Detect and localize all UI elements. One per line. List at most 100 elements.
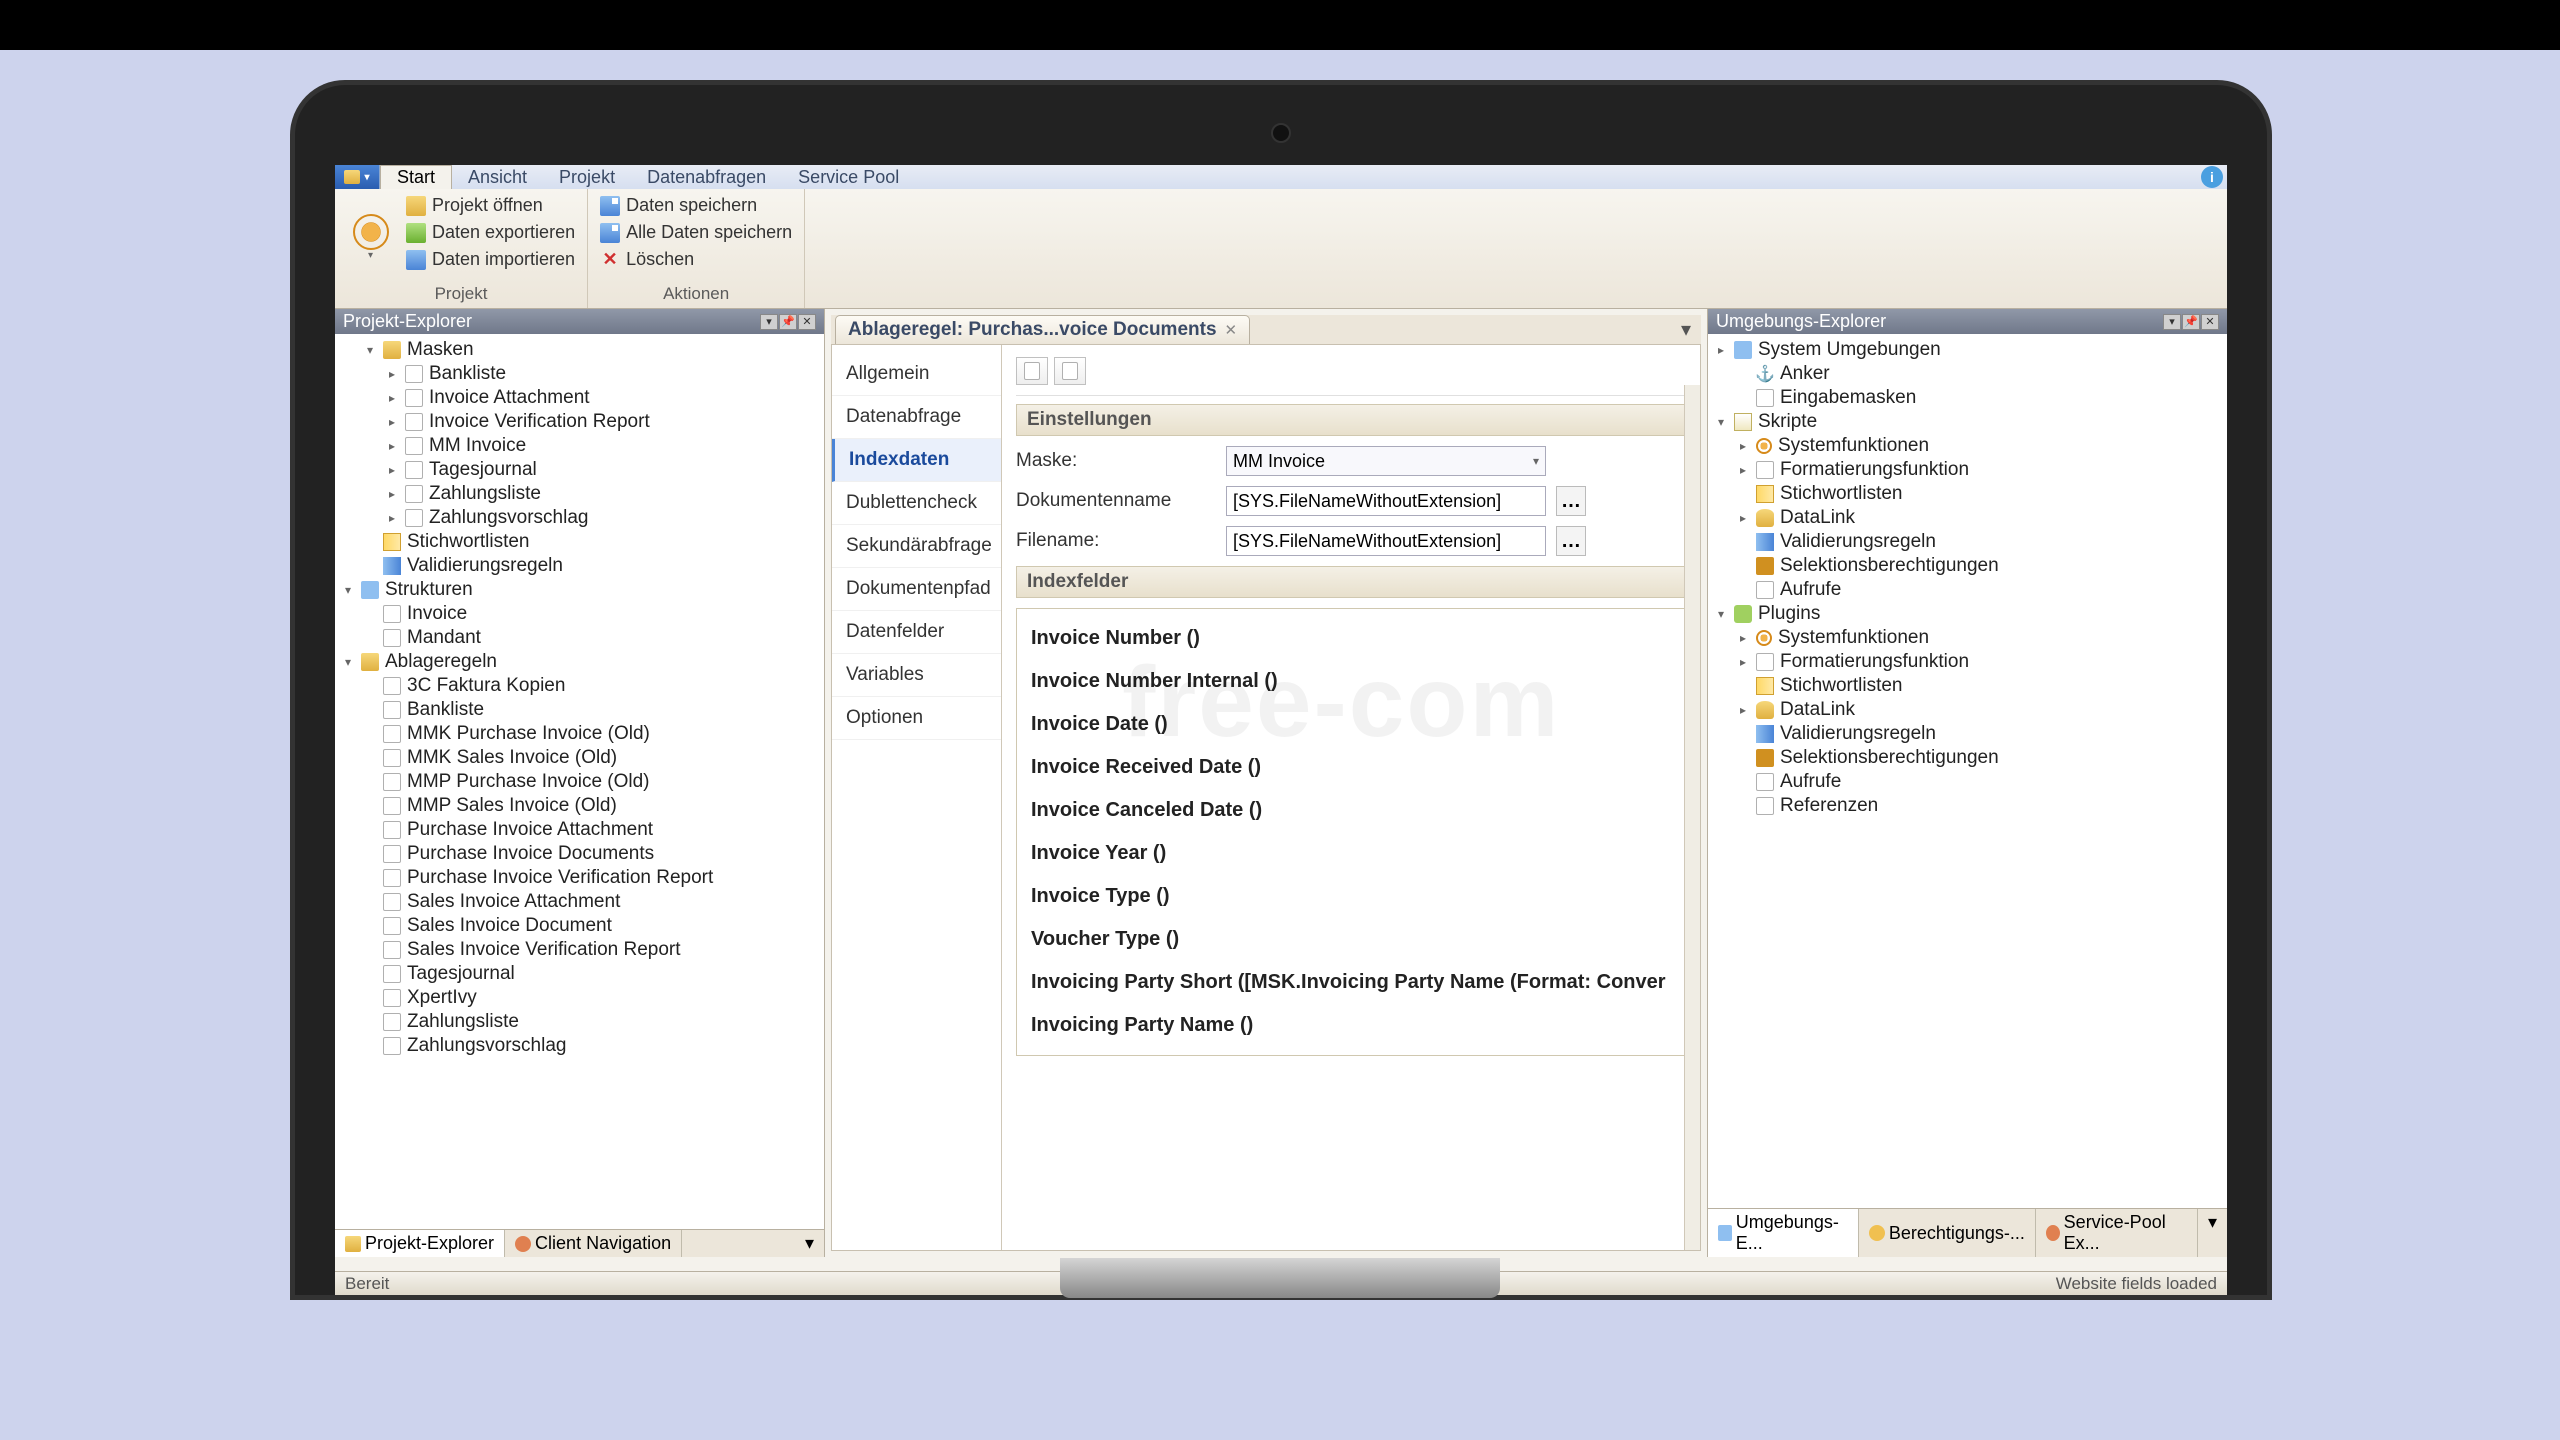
tree-item[interactable]: Zahlungsliste [335, 1010, 824, 1034]
tree-item[interactable]: ▸DataLink [1708, 506, 2227, 530]
vtab-indexdaten[interactable]: Indexdaten [832, 439, 1001, 482]
vtab-datenabfrage[interactable]: Datenabfrage [832, 396, 1001, 439]
tab-client-navigation[interactable]: Client Navigation [505, 1230, 682, 1257]
tree-item[interactable]: MMK Sales Invoice (Old) [335, 746, 824, 770]
tree-item[interactable]: ▸Systemfunktionen [1708, 434, 2227, 458]
tree-item[interactable]: Stichwortlisten [1708, 674, 2227, 698]
tree-item[interactable]: Mandant [335, 626, 824, 650]
index-field[interactable]: Invoicing Party Short ([MSK.Invoicing Pa… [1031, 961, 1671, 1004]
delete-button[interactable]: ✕Löschen [596, 247, 796, 272]
vtab-datenfelder[interactable]: Datenfelder [832, 611, 1001, 654]
index-field[interactable]: Invoice Type () [1031, 875, 1671, 918]
tab-umgebungs-explorer[interactable]: Umgebungs-E... [1708, 1209, 1859, 1257]
index-field[interactable]: Invoice Received Date () [1031, 746, 1671, 789]
tree-item[interactable]: Validierungsregeln [1708, 722, 2227, 746]
info-icon[interactable]: i [2201, 166, 2223, 188]
tree-item[interactable]: ▸Zahlungsvorschlag [335, 506, 824, 530]
tree-system-umgebungen[interactable]: ▸System Umgebungen [1708, 338, 2227, 362]
close-tab-icon[interactable]: ✕ [1225, 321, 1238, 339]
tree-item[interactable]: Zahlungsvorschlag [335, 1034, 824, 1058]
save-data-button[interactable]: Daten speichern [596, 193, 796, 218]
index-field[interactable]: Invoice Date () [1031, 703, 1671, 746]
tree-item[interactable]: Aufrufe [1708, 578, 2227, 602]
index-field[interactable]: Invoice Year () [1031, 832, 1671, 875]
tree-item[interactable]: ▸Systemfunktionen [1708, 626, 2227, 650]
vtab-allgemein[interactable]: Allgemein [832, 353, 1001, 396]
tab-more-button[interactable]: ▾ [795, 1230, 824, 1257]
filename-browse[interactable]: … [1556, 526, 1586, 556]
tree-item[interactable]: ▸Invoice Verification Report [335, 410, 824, 434]
tree-item[interactable]: Aufrufe [1708, 770, 2227, 794]
tab-more-button[interactable]: ▾ [2198, 1209, 2227, 1257]
tree-item[interactable]: ▸Tagesjournal [335, 458, 824, 482]
indexfields-list[interactable]: Invoice Number () Invoice Number Interna… [1016, 608, 1686, 1056]
umgebungs-tree[interactable]: ▸System Umgebungen ⚓Anker Eingabemasken … [1708, 334, 2227, 1208]
open-project-button[interactable]: Projekt öffnen [402, 193, 579, 218]
vtab-variables[interactable]: Variables [832, 654, 1001, 697]
tree-plugins[interactable]: ▾Plugins [1708, 602, 2227, 626]
tree-item[interactable]: ▸Bankliste [335, 362, 824, 386]
panel-dropdown-icon[interactable]: ▾ [2163, 314, 2181, 330]
panel-pin-icon[interactable]: 📌 [2182, 314, 2200, 330]
tree-item[interactable]: ▸Formatierungsfunktion [1708, 650, 2227, 674]
tree-item[interactable]: Bankliste [335, 698, 824, 722]
panel-pin-icon[interactable]: 📌 [779, 314, 797, 330]
tab-berechtigungs[interactable]: Berechtigungs-... [1859, 1209, 2036, 1257]
project-settings-button[interactable]: ▾ [343, 193, 398, 282]
tree-item[interactable]: Purchase Invoice Attachment [335, 818, 824, 842]
index-field[interactable]: Invoice Canceled Date () [1031, 789, 1671, 832]
export-data-button[interactable]: Daten exportieren [402, 220, 579, 245]
tree-item[interactable]: XpertIvy [335, 986, 824, 1010]
index-field[interactable]: Invoice Number Internal () [1031, 660, 1671, 703]
tree-item[interactable]: Selektionsberechtigungen [1708, 554, 2227, 578]
save-all-data-button[interactable]: Alle Daten speichern [596, 220, 796, 245]
index-field[interactable]: Invoicing Party Name () [1031, 1004, 1671, 1047]
tree-item[interactable]: ▸DataLink [1708, 698, 2227, 722]
tree-item[interactable]: ▸Zahlungsliste [335, 482, 824, 506]
tree-item[interactable]: Referenzen [1708, 794, 2227, 818]
tree-item[interactable]: ▸Formatierungsfunktion [1708, 458, 2227, 482]
tree-item[interactable]: MMP Sales Invoice (Old) [335, 794, 824, 818]
filename-input[interactable] [1226, 526, 1546, 556]
tree-item[interactable]: Sales Invoice Attachment [335, 890, 824, 914]
tab-datenabfragen[interactable]: Datenabfragen [631, 165, 782, 189]
tree-masken[interactable]: ▾Masken [335, 338, 824, 362]
tree-eingabemasken[interactable]: Eingabemasken [1708, 386, 2227, 410]
tree-item[interactable]: ▸MM Invoice [335, 434, 824, 458]
tree-anker[interactable]: ⚓Anker [1708, 362, 2227, 386]
vtab-dokumentenpfad[interactable]: Dokumentenpfad [832, 568, 1001, 611]
maske-combo[interactable]: MM Invoice [1226, 446, 1546, 476]
toolbar-btn-2[interactable] [1054, 357, 1086, 385]
index-field[interactable]: Invoice Number () [1031, 617, 1671, 660]
tree-item[interactable]: Invoice [335, 602, 824, 626]
tree-item[interactable]: Validierungsregeln [1708, 530, 2227, 554]
tree-item[interactable]: Sales Invoice Verification Report [335, 938, 824, 962]
tab-projekt-explorer[interactable]: Projekt-Explorer [335, 1230, 505, 1257]
tab-ansicht[interactable]: Ansicht [452, 165, 543, 189]
tree-item[interactable]: 3C Faktura Kopien [335, 674, 824, 698]
tree-stichwortlisten[interactable]: Stichwortlisten [335, 530, 824, 554]
import-data-button[interactable]: Daten importieren [402, 247, 579, 272]
vtab-optionen[interactable]: Optionen [832, 697, 1001, 740]
panel-close-icon[interactable]: ✕ [798, 314, 816, 330]
app-menu-button[interactable] [335, 165, 380, 189]
tree-validierungsregeln[interactable]: Validierungsregeln [335, 554, 824, 578]
tree-item[interactable]: ▸Invoice Attachment [335, 386, 824, 410]
tree-skripte[interactable]: ▾Skripte [1708, 410, 2227, 434]
tree-item[interactable]: Purchase Invoice Documents [335, 842, 824, 866]
tree-strukturen[interactable]: ▾Strukturen [335, 578, 824, 602]
projekt-tree[interactable]: ▾Masken ▸Bankliste ▸Invoice Attachment ▸… [335, 334, 824, 1229]
tab-service-pool-explorer[interactable]: Service-Pool Ex... [2036, 1209, 2198, 1257]
vtab-dublettencheck[interactable]: Dublettencheck [832, 482, 1001, 525]
tree-ablageregeln[interactable]: ▾Ablageregeln [335, 650, 824, 674]
doc-tab-ablageregel[interactable]: Ablageregel: Purchas...voice Documents ✕ [835, 315, 1250, 344]
tree-item[interactable]: Stichwortlisten [1708, 482, 2227, 506]
panel-dropdown-icon[interactable]: ▾ [760, 314, 778, 330]
tree-item[interactable]: Tagesjournal [335, 962, 824, 986]
dokumentenname-input[interactable] [1226, 486, 1546, 516]
tab-service-pool[interactable]: Service Pool [782, 165, 915, 189]
tree-item[interactable]: MMP Purchase Invoice (Old) [335, 770, 824, 794]
vtab-sekundarabfrage[interactable]: Sekundärabfrage [832, 525, 1001, 568]
form-scrollbar[interactable] [1684, 385, 1700, 1250]
doc-nav-dropdown[interactable]: ▾ [1675, 317, 1697, 342]
